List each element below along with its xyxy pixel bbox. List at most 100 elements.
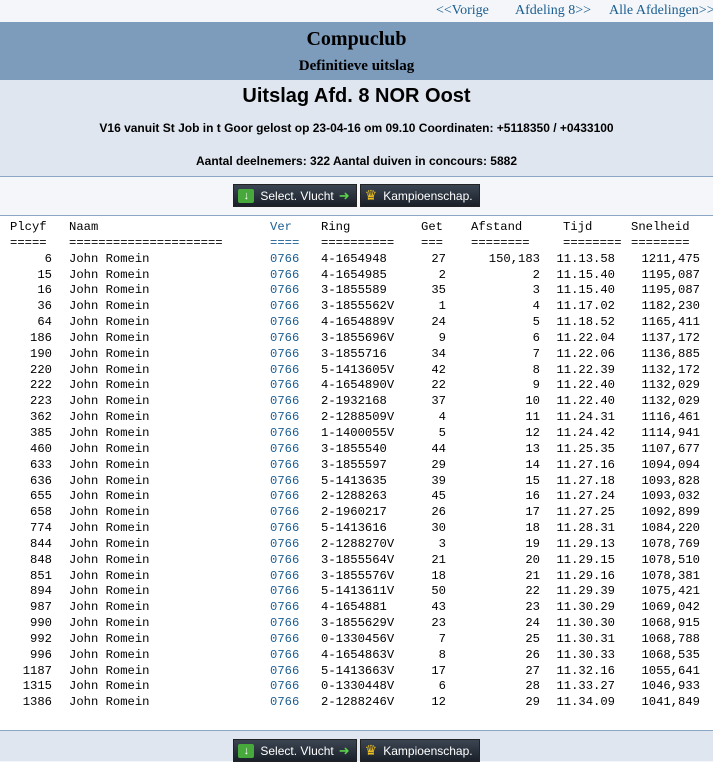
cell-distance: 23 [525, 600, 540, 615]
cell-speed: 1093,828 [641, 473, 700, 488]
cell-entered: 35 [431, 283, 446, 298]
arrow-right-icon: ➜ [338, 742, 350, 758]
cell-speed: 1092,899 [641, 505, 700, 520]
cell-distance: 21 [525, 568, 540, 583]
cell-name: John Romein [69, 584, 150, 599]
cell-placement: 990 [30, 616, 52, 631]
all-divisions-link[interactable]: Alle Afdelingen>> [609, 3, 713, 19]
cell-club-code[interactable]: 0766 [270, 679, 299, 693]
cell-ring-number: 1-1400055V [321, 425, 395, 440]
cell-club-code[interactable]: 0766 [270, 331, 299, 345]
cell-name: John Romein [69, 647, 150, 662]
cell-club-code[interactable]: 0766 [270, 299, 299, 313]
cell-club-code[interactable]: 0766 [270, 394, 299, 408]
cell-club-code[interactable]: 0766 [270, 521, 299, 535]
cell-club-code[interactable]: 0766 [270, 426, 299, 440]
cell-distance: 20 [525, 552, 540, 567]
cell-club-code[interactable]: 0766 [270, 584, 299, 598]
cell-club-code[interactable]: 0766 [270, 569, 299, 583]
cell-club-code[interactable]: 0766 [270, 474, 299, 488]
column-header-name: Naam [69, 220, 99, 234]
division-8-next-link[interactable]: Afdeling 8>> [515, 3, 591, 19]
cell-time: 11.22.40 [556, 378, 615, 393]
cell-time: 11.18.52 [556, 315, 615, 330]
cell-club-code[interactable]: 0766 [270, 363, 299, 377]
cell-club-code[interactable]: 0766 [270, 458, 299, 472]
cell-club-code[interactable]: 0766 [270, 378, 299, 392]
cell-club-code[interactable]: 0766 [270, 553, 299, 567]
cell-distance: 29 [525, 695, 540, 710]
cell-entered: 29 [431, 457, 446, 472]
cell-ring-number: 5-1413616 [321, 521, 387, 536]
select-flight-button-bottom[interactable]: ↓ Select. Vlucht ➜ [233, 739, 357, 762]
cell-club-code[interactable]: 0766 [270, 252, 299, 266]
cell-speed: 1041,849 [641, 695, 700, 710]
cell-distance: 11 [525, 410, 540, 425]
table-row: 844 John Romein 0766 2-1288270V 3 19 11.29.13 1… [0, 537, 713, 553]
cell-entered: 9 [438, 330, 446, 345]
cell-placement: 460 [30, 441, 52, 456]
table-row: 1386 John Romein 0766 2-1288246V 12 29 11.34.0… [0, 695, 713, 711]
cell-placement: 16 [37, 283, 52, 298]
cell-club-code[interactable]: 0766 [270, 505, 299, 519]
table-row: 851 John Romein 0766 3-1855576V 18 21 11.29.16… [0, 569, 713, 585]
cell-ring-number: 3-1855716 [321, 346, 387, 361]
top-button-bar: ↓ Select. Vlucht ➜ ♛ Kampioenschap. [0, 177, 713, 216]
flight-details: V16 vanuit St Job in t Goor gelost op 23… [99, 121, 614, 135]
cell-entered: 27 [431, 251, 446, 266]
column-header-placement: Plcyf [10, 220, 47, 234]
column-header-time: Tijd [563, 220, 593, 234]
cell-club-code[interactable]: 0766 [270, 616, 299, 630]
cell-name: John Romein [69, 552, 150, 567]
cell-club-code[interactable]: 0766 [270, 347, 299, 361]
cell-club-code[interactable]: 0766 [270, 600, 299, 614]
cell-ring-number: 4-1654985 [321, 267, 387, 282]
cell-distance: 27 [525, 663, 540, 678]
cell-time: 11.28.31 [556, 521, 615, 536]
cell-club-code[interactable]: 0766 [270, 537, 299, 551]
cell-name: John Romein [69, 521, 150, 536]
cell-ring-number: 4-1654881 [321, 600, 387, 615]
previous-link[interactable]: <<Vorige [436, 3, 489, 19]
cell-placement: 186 [30, 330, 52, 345]
cell-speed: 1195,087 [641, 283, 700, 298]
result-status: Definitieve uitslag [298, 58, 415, 74]
cell-name: John Romein [69, 505, 150, 520]
cell-club-code[interactable]: 0766 [270, 648, 299, 662]
championship-button-bottom[interactable]: ♛ Kampioenschap. [359, 739, 480, 762]
cell-time: 11.22.39 [556, 362, 615, 377]
cell-name: John Romein [69, 568, 150, 583]
cell-club-code[interactable]: 0766 [270, 283, 299, 297]
cell-name: John Romein [69, 410, 150, 425]
cell-distance: 18 [525, 521, 540, 536]
cell-speed: 1132,029 [641, 394, 700, 409]
cell-entered: 43 [431, 600, 446, 615]
cell-club-code[interactable]: 0766 [270, 268, 299, 282]
cell-placement: 658 [30, 505, 52, 520]
cell-entered: 45 [431, 489, 446, 504]
cell-distance: 10 [525, 394, 540, 409]
cell-club-code[interactable]: 0766 [270, 632, 299, 646]
cell-club-code[interactable]: 0766 [270, 664, 299, 678]
cell-club-code[interactable]: 0766 [270, 442, 299, 456]
table-row: 1187 John Romein 0766 5-1413663V 17 27 11.32.1… [0, 664, 713, 680]
cell-ring-number: 5-1413635 [321, 473, 387, 488]
cell-distance: 25 [525, 631, 540, 646]
race-info: Uitslag Afd. 8 NOR Oost V16 vanuit St Jo… [0, 80, 713, 177]
column-header-placement: ===== [10, 235, 47, 250]
cell-speed: 1182,230 [641, 299, 700, 314]
cell-club-code[interactable]: 0766 [270, 410, 299, 424]
cell-club-code[interactable]: 0766 [270, 695, 299, 709]
championship-button[interactable]: ♛ Kampioenschap. [359, 184, 480, 207]
cell-club-code[interactable]: 0766 [270, 489, 299, 503]
select-flight-button[interactable]: ↓ Select. Vlucht ➜ [233, 184, 357, 207]
cell-club-code[interactable]: 0766 [270, 315, 299, 329]
cell-speed: 1046,933 [641, 679, 700, 694]
table-row: 990 John Romein 0766 3-1855629V 23 24 11.30.30… [0, 616, 713, 632]
cell-placement: 6 [44, 251, 52, 266]
cell-ring-number: 4-1654863V [321, 647, 395, 662]
cell-distance: 3 [532, 283, 540, 298]
cell-entered: 34 [431, 346, 446, 361]
table-row: 1315 John Romein 0766 0-1330448V 6 28 11.33.27… [0, 679, 713, 695]
cell-name: John Romein [69, 679, 150, 694]
